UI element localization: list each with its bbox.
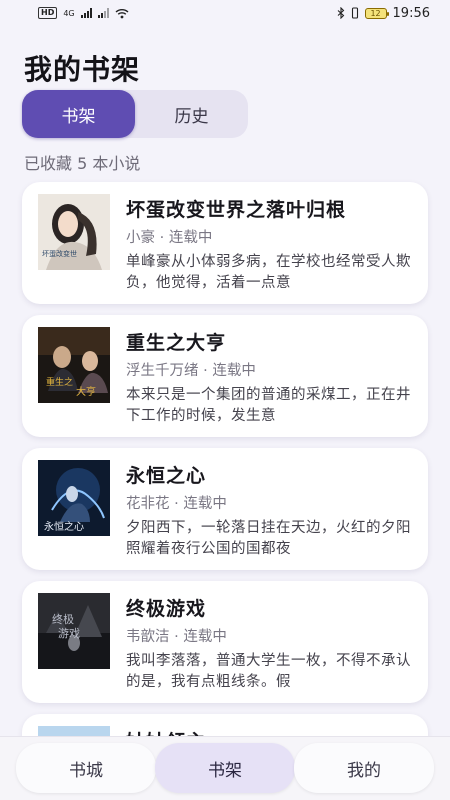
nav-bookstore[interactable]: 书城: [16, 743, 156, 793]
collection-count: 已收藏 5 本小说: [24, 154, 141, 173]
book-card[interactable]: 坏蛋改变世 坏蛋改变世界之落叶归根 小豪 · 连载中 单峰豪从小体弱多病，在学校…: [22, 182, 428, 304]
vibrate-icon: [351, 7, 358, 19]
book-cover: 终极 游戏: [38, 593, 110, 669]
battery-icon: 12: [364, 7, 389, 19]
book-meta: 花非花 · 连载中: [126, 496, 227, 512]
status-right: 12 19:56: [337, 6, 430, 21]
bluetooth-icon: [337, 7, 344, 19]
page-title: 我的书架: [24, 53, 141, 86]
book-cover: 永恒之心: [38, 460, 110, 536]
status-bar: HD 4G 12 19:56: [0, 0, 450, 26]
segment-tabs: 书架 历史: [22, 90, 248, 138]
tab-bookshelf[interactable]: 书架: [22, 90, 135, 138]
network-type: 4G: [63, 8, 75, 18]
nav-bookshelf[interactable]: 书架: [155, 743, 295, 793]
book-title: 坏蛋改变世界之落叶归根: [126, 199, 347, 221]
hd-indicator: HD: [38, 7, 58, 19]
status-left: HD 4G: [38, 7, 129, 19]
svg-text:终极: 终极: [52, 612, 74, 626]
book-description: 本来只是一个集团的普通的采煤工，正在井下工作的时候，发生意: [126, 387, 411, 424]
book-meta: 韦歆洁 · 连载中: [126, 629, 227, 645]
svg-text:重生之: 重生之: [46, 376, 73, 388]
svg-text:坏蛋改变世: 坏蛋改变世: [42, 249, 77, 258]
book-cover: 坏蛋改变世: [38, 194, 110, 270]
book-card[interactable]: 终极 游戏 终极游戏 韦歆洁 · 连载中 我叫李落落，普通大学生一枚，不得不承认…: [22, 581, 428, 703]
signal-icon: [80, 8, 92, 18]
book-title: 终极游戏: [126, 598, 207, 620]
bottom-nav: 书城 书架 我的: [0, 736, 450, 800]
book-description: 我叫李落落，普通大学生一枚，不得不承认的是，我有点粗线条。假: [126, 653, 411, 690]
book-description: 单峰豪从小体弱多病，在学校也经常受人欺负，他觉得，活着一点意: [126, 254, 411, 291]
svg-text:大亨: 大亨: [76, 385, 96, 398]
book-cover: 重生之 大亨: [38, 327, 110, 403]
book-card[interactable]: 重生之 大亨 重生之大亨 浮生千万绪 · 连载中 本来只是一个集团的普通的采煤工…: [22, 315, 428, 437]
status-time: 19:56: [392, 5, 430, 21]
book-title: 重生之大亨: [126, 332, 227, 354]
signal-icon-2: [97, 8, 109, 18]
book-meta: 小豪 · 连载中: [126, 230, 213, 246]
tab-history[interactable]: 历史: [135, 90, 248, 138]
svg-text:游戏: 游戏: [58, 627, 80, 640]
book-title: 永恒之心: [126, 465, 207, 487]
svg-text:永恒之心: 永恒之心: [44, 520, 84, 533]
wifi-icon: [115, 8, 129, 18]
nav-profile[interactable]: 我的: [294, 743, 434, 793]
book-card[interactable]: 永恒之心 永恒之心 花非花 · 连载中 夕阳西下，一轮落日挂在天边，火红的夕阳照…: [22, 448, 428, 570]
book-description: 夕阳西下，一轮落日挂在天边，火红的夕阳照耀着夜行公国的国都夜: [126, 520, 411, 557]
book-meta: 浮生千万绪 · 连载中: [126, 363, 256, 379]
